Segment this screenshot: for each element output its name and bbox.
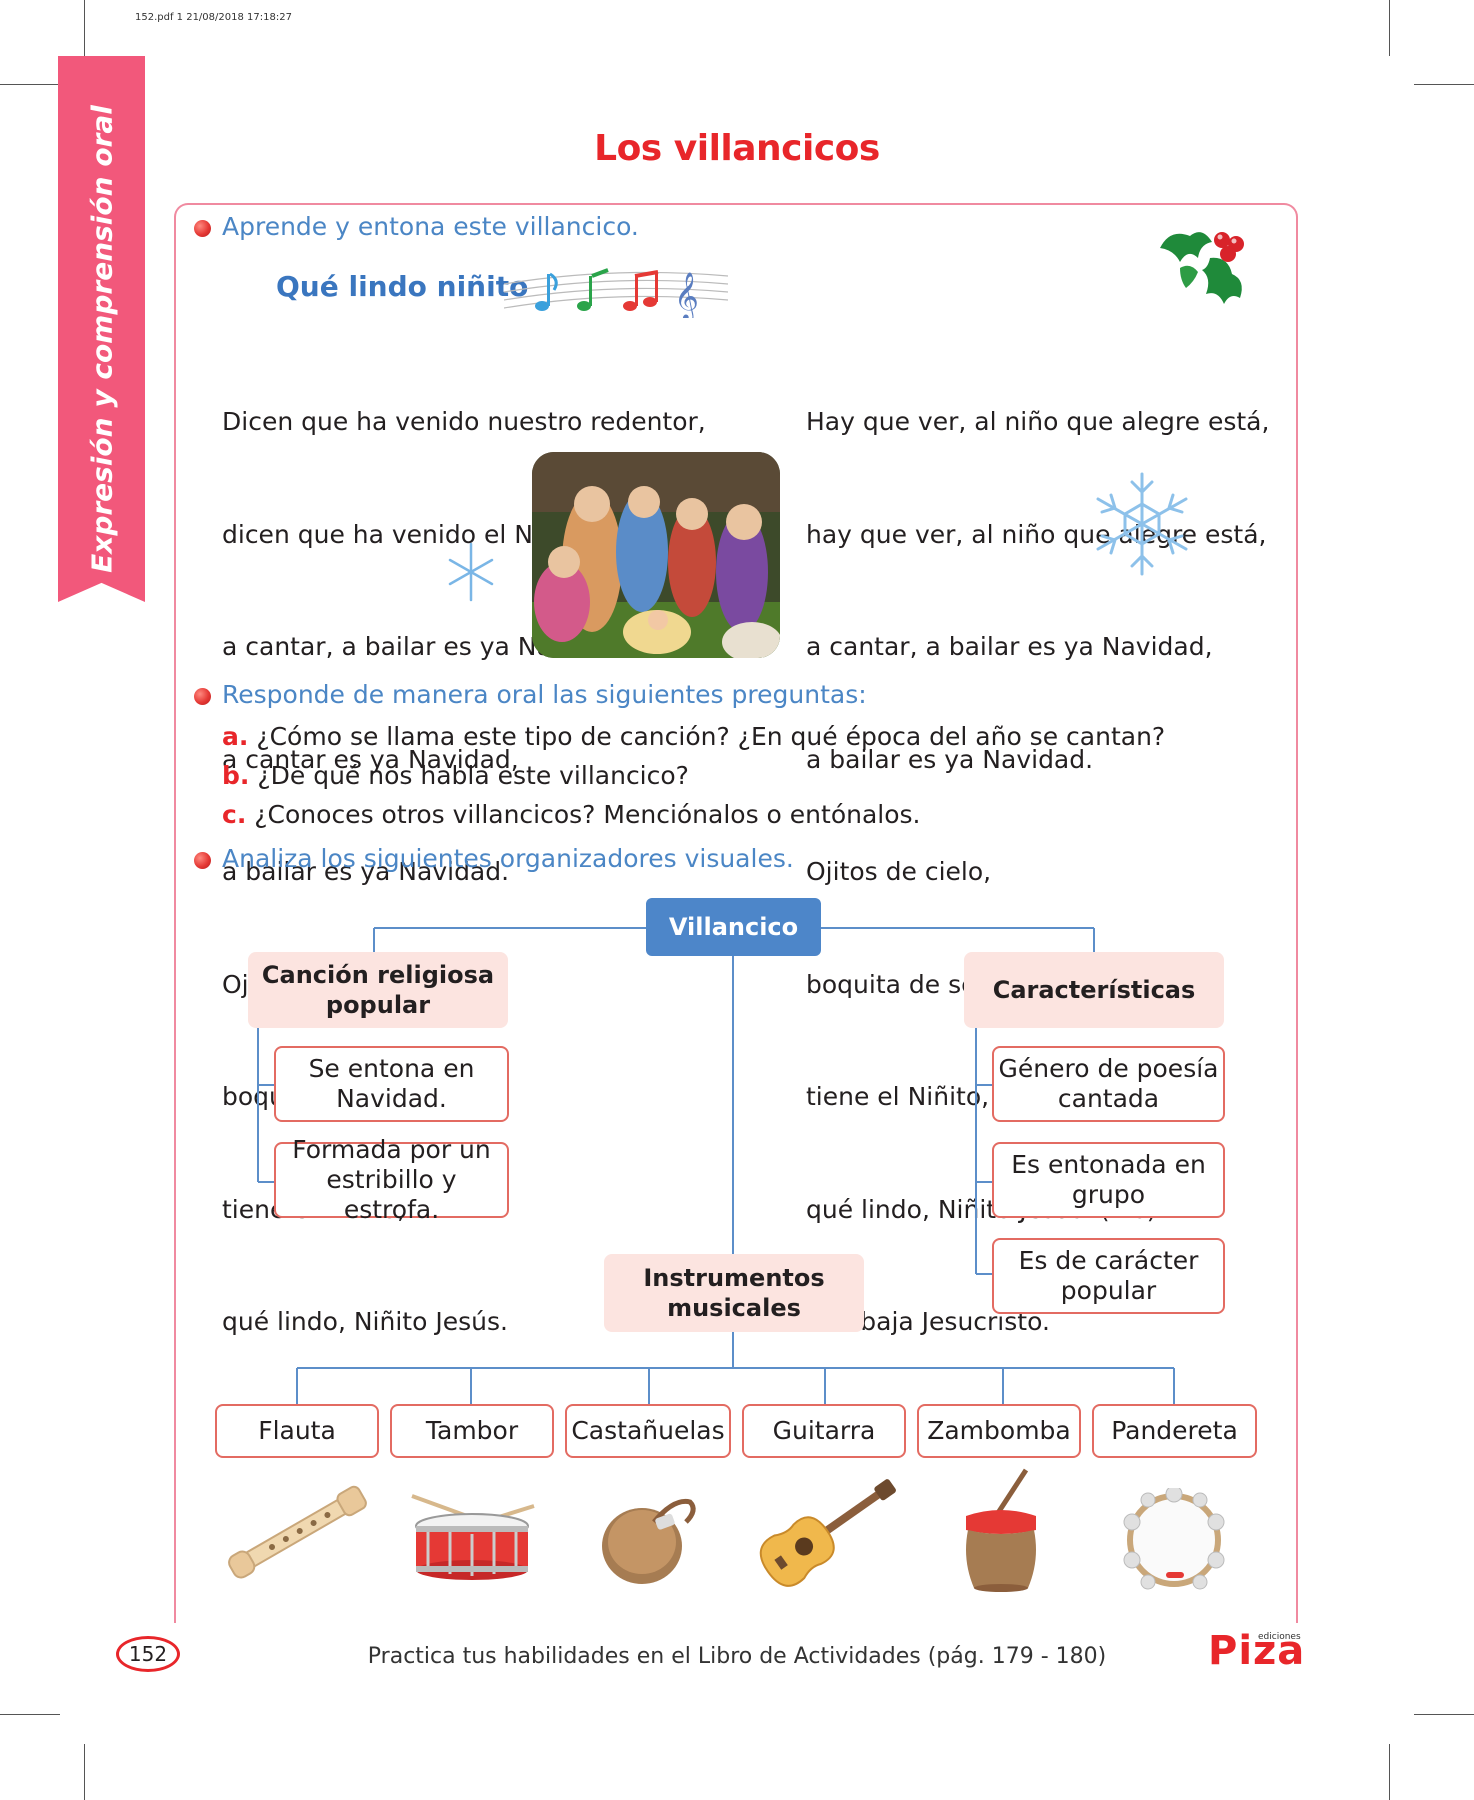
instrument-label: Castañuelas	[565, 1404, 731, 1458]
castanets-icon	[602, 1498, 696, 1584]
organizer-right-item: Es de carácter popular	[992, 1238, 1225, 1314]
organizer-right-item: Género de poesía cantada	[992, 1046, 1225, 1122]
organizer-left-item: Formada por un estribillo y estrofa.	[274, 1135, 509, 1224]
publisher-logo: Piza	[1208, 1628, 1306, 1674]
organizer-left-title: Canción religiosa popular	[248, 952, 508, 1028]
organizer-root: Villancico	[646, 898, 821, 956]
organizer-right-item: Es entonada en grupo	[992, 1142, 1225, 1218]
organizer-left-item: Se entona en Navidad.	[274, 1046, 509, 1122]
instrument-label: Tambor	[390, 1404, 554, 1458]
organizer-bottom-title: Instrumentos musicales	[604, 1254, 864, 1332]
zambomba-icon	[966, 1468, 1036, 1592]
instrument-label: Zambomba	[917, 1404, 1081, 1458]
tambourine-icon	[1123, 1488, 1225, 1590]
drum-icon	[411, 1494, 535, 1580]
guitar-icon	[759, 1479, 896, 1587]
instrument-label: Flauta	[215, 1404, 379, 1458]
instrument-label: Guitarra	[742, 1404, 906, 1458]
organizer-right-title: Características	[964, 952, 1224, 1028]
instrument-label: Pandereta	[1092, 1404, 1257, 1458]
flute-icon	[228, 1485, 367, 1579]
